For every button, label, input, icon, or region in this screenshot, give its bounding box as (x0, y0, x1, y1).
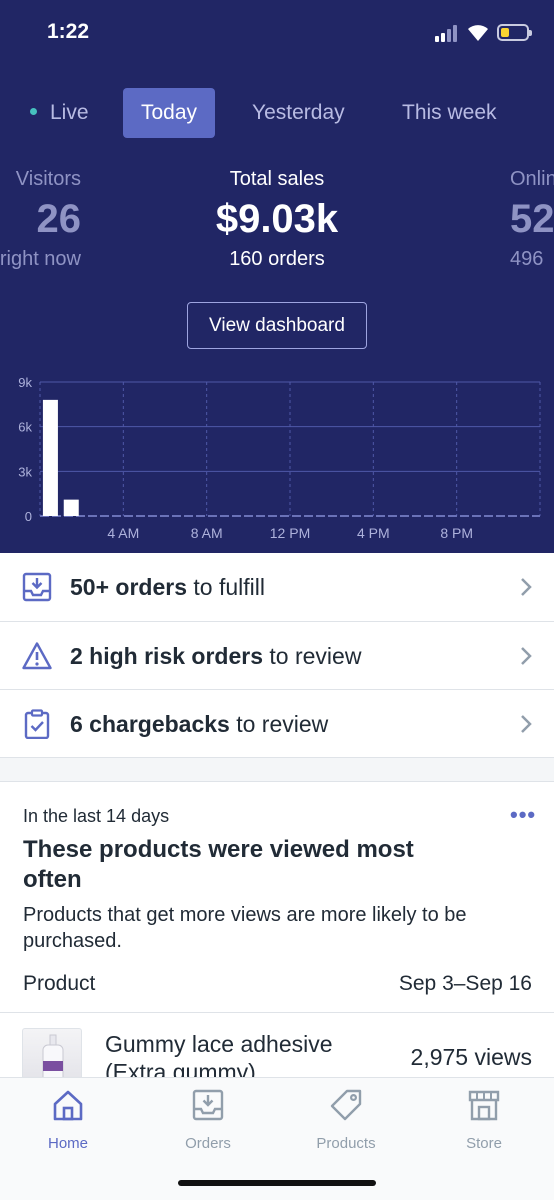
chart-x-tick-label: 8 AM (191, 525, 223, 541)
tab-yesterday-label: Yesterday (252, 101, 345, 124)
sales-chart: 0 3k 6k 9k 4 AM 8 AM 12 PM 4 PM 8 PM (0, 365, 554, 553)
chart-x-tick-label: 12 PM (270, 525, 310, 541)
chart-y-tick-label: 9k (18, 375, 32, 390)
chart-y-tick-label: 6k (18, 420, 32, 435)
orders-icon (192, 1089, 224, 1121)
card-eyebrow: In the last 14 days (23, 806, 170, 826)
task-list: 50+ orders to fulfill 2 high risk orders… (0, 553, 554, 758)
tab-products[interactable]: Products (286, 1088, 406, 1152)
stat-online-store[interactable]: Online store 52 496 (510, 168, 554, 271)
chevron-right-icon (521, 715, 532, 733)
tag-icon (330, 1089, 362, 1121)
task-high-risk-orders[interactable]: 2 high risk orders to review (0, 621, 554, 689)
live-dot-icon (30, 107, 37, 115)
view-dashboard-button[interactable]: View dashboard (187, 302, 367, 349)
status-bar: 1:22 (0, 0, 554, 70)
warning-triangle-icon (22, 642, 52, 670)
cellular-signal-icon (435, 24, 461, 42)
task-chargebacks-text: 6 chargebacks to review (70, 711, 329, 737)
tab-home-label: Home (47, 1135, 88, 1152)
tab-live-label: Live (50, 101, 89, 124)
task-chargebacks[interactable]: 6 chargebacks to review (0, 689, 554, 757)
product-views: 2,975 views (410, 1044, 532, 1070)
chart-x-tick-label: 8 PM (440, 525, 473, 541)
chart-x-tick-label: 4 PM (357, 525, 390, 541)
status-time: 1:22 (47, 20, 90, 43)
store-icon (468, 1090, 500, 1121)
stat-total-sales-value: $9.03k (215, 197, 339, 241)
chart-y-tick-label: 3k (18, 464, 32, 479)
tab-yesterday[interactable]: Yesterday (252, 88, 345, 138)
card-title: These products were viewed most often (23, 836, 414, 893)
product-bottle-image (42, 1034, 64, 1081)
task-high-risk-text: 2 high risk orders to review (70, 643, 362, 669)
divider (0, 1012, 554, 1013)
home-header: 1:22 Live Today Yesterday This week Visi… (0, 0, 554, 553)
tab-home[interactable]: Home (8, 1088, 128, 1152)
tab-today[interactable]: Today (123, 88, 216, 138)
inbox-download-icon (22, 572, 52, 602)
tab-live[interactable]: Live (30, 88, 89, 138)
card-description: Products that get more views are more li… (23, 904, 467, 952)
home-indicator (178, 1180, 376, 1186)
wifi-icon (468, 25, 488, 41)
chart-x-tick-label: 4 AM (107, 525, 139, 541)
tab-store[interactable]: Store (424, 1088, 544, 1152)
most-viewed-products-card: In the last 14 days ••• These products w… (0, 781, 554, 1081)
chart-bar (42, 399, 58, 516)
tab-this-week-label: This week (402, 101, 497, 124)
sales-chart-svg: 0 3k 6k 9k 4 AM 8 AM 12 PM 4 PM 8 PM (18, 375, 541, 541)
home-icon (53, 1090, 83, 1121)
chart-bar (63, 499, 79, 516)
task-orders-to-fulfill[interactable]: 50+ orders to fulfill (0, 553, 554, 621)
stat-total-sales-orders: 160 orders (229, 248, 325, 270)
stat-total-sales-label: Total sales (229, 168, 325, 190)
chevron-right-icon (521, 578, 532, 596)
battery-icon (497, 24, 532, 41)
product-thumbnail[interactable] (22, 1028, 82, 1081)
stat-total-sales[interactable]: Total sales $9.03k 160 orders (0, 168, 554, 271)
product-name[interactable]: Gummy lace adhesive (Extra gummy) (105, 1030, 375, 1081)
more-options-icon[interactable]: ••• (510, 802, 536, 828)
column-header-date-range: Sep 3–Sep 16 (398, 972, 532, 995)
stat-online-store-sub: 496 (510, 248, 544, 270)
tab-orders-label: Orders (185, 1135, 231, 1152)
chart-y-tick-label: 0 (25, 509, 32, 524)
date-range-tabs: Live Today Yesterday This week (0, 88, 554, 138)
task-orders-text: 50+ orders to fulfill (70, 574, 265, 600)
tab-orders[interactable]: Orders (148, 1088, 268, 1152)
tab-products-label: Products (316, 1135, 376, 1152)
tab-store-label: Store (466, 1135, 502, 1152)
column-header-product: Product (23, 972, 96, 995)
stat-online-store-label: Online store (510, 168, 554, 190)
tab-this-week[interactable]: This week (402, 88, 497, 138)
clipboard-check-icon (24, 709, 50, 739)
stat-online-store-value: 52 (510, 197, 554, 241)
chevron-right-icon (521, 647, 532, 665)
tab-today-label: Today (141, 101, 198, 124)
